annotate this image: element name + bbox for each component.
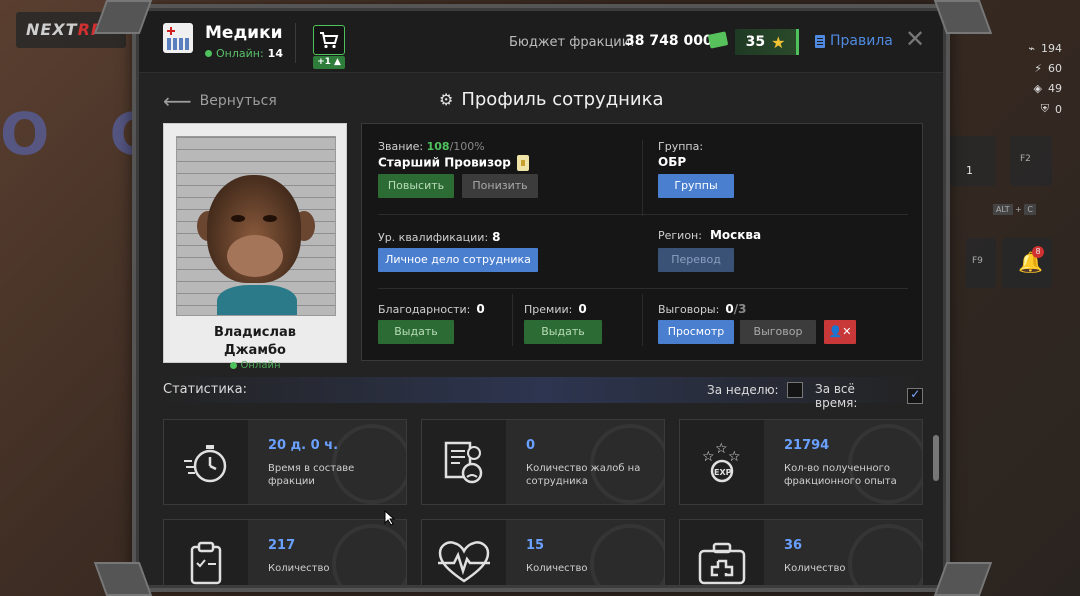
give-bonus-button[interactable]: Выдать <box>524 320 602 344</box>
star-icon: ★ <box>771 32 786 52</box>
region-label: Регион: Москва <box>658 228 762 242</box>
filter-alltime[interactable]: За всё время: <box>815 382 923 410</box>
medkit-icon <box>698 542 746 585</box>
heartbeat-icon <box>438 541 490 583</box>
shop-cart-button[interactable] <box>313 25 345 55</box>
view-reprimands-button[interactable]: Просмотр <box>658 320 734 344</box>
qualification-label: Ур. квалификации: 8 <box>378 230 501 244</box>
transfer-button[interactable]: Перевод <box>658 248 734 272</box>
stat-description: Кол-во полученного фракционного опыта <box>784 463 897 487</box>
stat-value: 21794 <box>784 438 830 453</box>
stat-description: Количество <box>784 563 846 574</box>
exp-icon: ☆ ☆ ☆ EXP <box>702 441 741 483</box>
stat-value: 36 <box>784 538 803 553</box>
gear-icon: ⚙ <box>439 90 454 109</box>
stats-scrollbar[interactable] <box>933 435 939 481</box>
svg-text:EXP: EXP <box>714 468 732 477</box>
stat-value: 217 <box>268 538 296 553</box>
group-value: ОБР <box>658 155 687 169</box>
hud-stat-thirst: ◈ 49 <box>1033 82 1062 95</box>
svg-text:☆: ☆ <box>715 441 728 457</box>
faction-name: Медики <box>205 23 283 43</box>
alltime-checkbox[interactable] <box>907 387 923 404</box>
clipboard-icon <box>190 541 222 585</box>
hud-hotkey-alt-c: ALT + C <box>992 204 1036 215</box>
page-title: ⚙ Профиль сотрудника <box>439 89 664 110</box>
stat-card-time: 20 д. 0 ч. Время в составе фракции <box>163 419 407 505</box>
employee-photo-card: Владислав Джамбо Онлайн <box>163 123 347 371</box>
statistics-header: Статистика: За неделю: За всё время: <box>163 377 923 410</box>
stat-description: Время в составе фракции <box>268 463 355 487</box>
thanks-label: Благодарности: 0 <box>378 302 485 316</box>
hud-slot-f2: F2 <box>1010 136 1052 186</box>
money-icon <box>707 31 729 49</box>
employee-name: Владислав Джамбо <box>213 325 297 358</box>
stat-card-heal: 15 Количество <box>421 519 665 585</box>
document-icon <box>815 34 825 48</box>
hud-slot-f9: F9 <box>966 238 996 288</box>
employee-photo <box>176 136 336 316</box>
faction-online: Онлайн: 14 <box>205 47 283 60</box>
stat-card-tasks: 217 Количество <box>163 519 407 585</box>
faction-medical-icon <box>163 23 193 53</box>
statistics-title: Статистика: <box>163 382 248 397</box>
cart-icon <box>320 32 339 49</box>
online-dot-icon <box>205 50 212 57</box>
demote-button[interactable]: Понизить <box>462 174 538 198</box>
give-thanks-button[interactable]: Выдать <box>378 320 454 344</box>
hud-stat-health: ⌁ 194 <box>1028 42 1062 55</box>
svg-text:☆: ☆ <box>728 449 741 465</box>
hud-stat-hunger: ⚡ 60 <box>1034 62 1062 75</box>
stopwatch-icon <box>184 445 227 483</box>
arrow-left-icon: ⟵ <box>163 89 192 113</box>
bonus-label: Премии: 0 <box>524 302 587 316</box>
back-button[interactable]: ⟵ Вернуться <box>163 89 277 113</box>
online-dot-icon <box>229 362 237 369</box>
employee-status: Онлайн <box>176 360 334 371</box>
close-icon[interactable]: ✕ <box>905 27 925 51</box>
rules-link[interactable]: Правила <box>815 33 893 49</box>
stat-value: 0 <box>526 438 536 453</box>
remove-reprimand-button[interactable]: 👤✕ <box>824 320 856 344</box>
hud-stat-armor: ⛨ 0 <box>1040 102 1062 116</box>
budget-label: Бюджет фракции: <box>509 35 635 50</box>
stat-value: 15 <box>526 538 545 553</box>
stat-card-experience: ☆ ☆ ☆ EXP 21794 Кол-во полученного фракц… <box>679 419 923 505</box>
rank-badge-icon <box>516 155 529 171</box>
rank-label: Звание: 108/100% <box>378 140 485 153</box>
user-remove-icon: 👤✕ <box>828 325 852 338</box>
hud-notification-bell: 🔔 8 <box>1002 238 1052 288</box>
reprimand-label: Выговоры: 0/3 <box>658 302 747 316</box>
personal-file-button[interactable]: Личное дело сотрудника <box>378 248 538 272</box>
stat-card-complaints: 0 Количество жалоб на сотрудника <box>421 419 665 505</box>
stat-description: Количество жалоб на сотрудника <box>526 463 641 487</box>
promote-button[interactable]: Повысить <box>378 174 454 198</box>
rank-name: Старший Провизор <box>378 155 529 171</box>
reprimand-button[interactable]: Выговор <box>740 320 816 344</box>
employee-info-box: Звание: 108/100% Старший Провизор Повыси… <box>361 123 923 361</box>
week-checkbox[interactable] <box>786 382 803 398</box>
right-hud: ⌁ 194 ⚡ 60 ◈ 49 ⛨ 0 1 F2 ALT + C F9 🔔 8 <box>940 0 1080 596</box>
panel-header: Медики Онлайн: 14 +1 ▲ Бюджет фракции: 3… <box>139 11 943 73</box>
group-label: Группа: <box>658 140 704 153</box>
stat-card-medkit: 36 Количество <box>679 519 923 585</box>
svg-text:☆: ☆ <box>702 449 715 465</box>
filter-week[interactable]: За неделю: <box>707 382 803 398</box>
faction-panel: Медики Онлайн: 14 +1 ▲ Бюджет фракции: 3… <box>136 8 946 588</box>
hud-slot-counter: 1 <box>946 136 996 186</box>
faction-stars: 35 ★ <box>735 29 799 55</box>
stat-value: 20 д. 0 ч. <box>268 438 339 453</box>
stat-description: Количество <box>268 563 330 574</box>
complaint-icon <box>444 441 483 484</box>
cart-badge: +1 ▲ <box>313 56 345 69</box>
budget-value: 38 748 000 <box>625 33 713 49</box>
mouse-cursor-icon <box>384 510 396 526</box>
groups-button[interactable]: Группы <box>658 174 734 198</box>
stat-description: Количество <box>526 563 588 574</box>
